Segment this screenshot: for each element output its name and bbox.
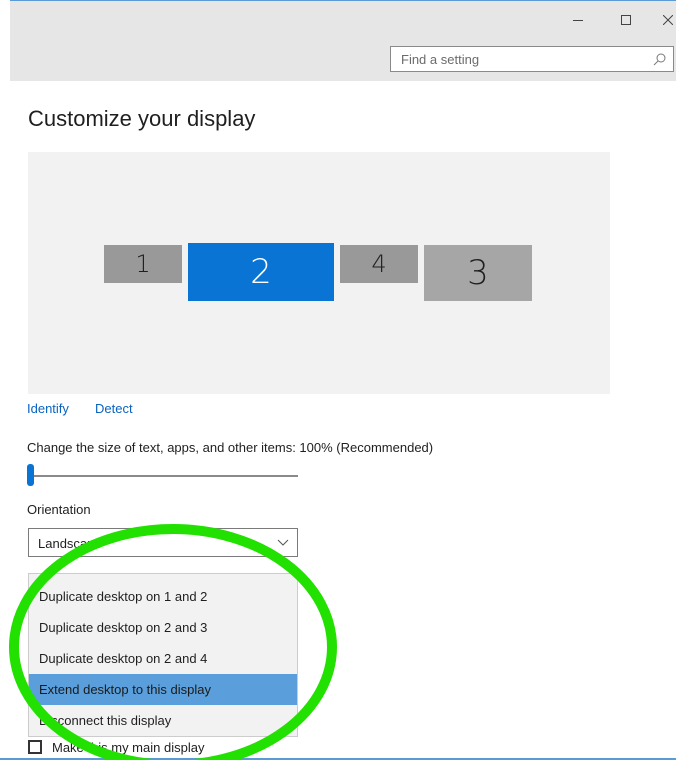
monitor-1[interactable]: 1: [104, 245, 182, 283]
identify-link[interactable]: Identify: [27, 401, 69, 416]
page-title: Customize your display: [28, 106, 256, 131]
orientation-dropdown[interactable]: Landscape: [28, 528, 298, 557]
scale-slider-track[interactable]: [30, 475, 298, 477]
close-icon: [663, 15, 673, 25]
main-display-label: Make this my main display: [52, 740, 205, 755]
display-arrangement-area: 1 2 4 3: [28, 152, 610, 394]
close-button[interactable]: [653, 9, 676, 31]
title-bar: [10, 1, 676, 81]
orientation-label: Orientation: [27, 502, 91, 517]
orientation-value: Landscape: [38, 536, 102, 551]
scale-label: Change the size of text, apps, and other…: [27, 440, 434, 455]
monitor-3[interactable]: 3: [424, 245, 532, 301]
minimize-icon: [573, 19, 583, 21]
minimize-button[interactable]: [563, 9, 593, 31]
maximize-button[interactable]: [611, 9, 641, 31]
maximize-icon: [621, 15, 631, 25]
search-box[interactable]: [390, 46, 674, 72]
menu-item-duplicate-1-2[interactable]: Duplicate desktop on 1 and 2: [29, 581, 297, 612]
menu-item-extend[interactable]: Extend desktop to this display: [29, 674, 297, 705]
menu-item-duplicate-2-4[interactable]: Duplicate desktop on 2 and 4: [29, 643, 297, 674]
monitor-4[interactable]: 4: [340, 245, 418, 283]
menu-item-duplicate-2-3[interactable]: Duplicate desktop on 2 and 3: [29, 612, 297, 643]
search-icon[interactable]: [653, 52, 667, 66]
multiple-displays-menu: Duplicate desktop on 1 and 2 Duplicate d…: [28, 573, 298, 737]
menu-item-disconnect[interactable]: Disconnect this display: [29, 705, 297, 736]
detect-link[interactable]: Detect: [95, 401, 133, 416]
monitor-2-selected[interactable]: 2: [188, 243, 334, 301]
chevron-down-icon: [277, 539, 289, 546]
search-input[interactable]: [401, 51, 641, 67]
main-display-checkbox[interactable]: [28, 740, 42, 754]
scale-slider-thumb[interactable]: [27, 464, 34, 486]
